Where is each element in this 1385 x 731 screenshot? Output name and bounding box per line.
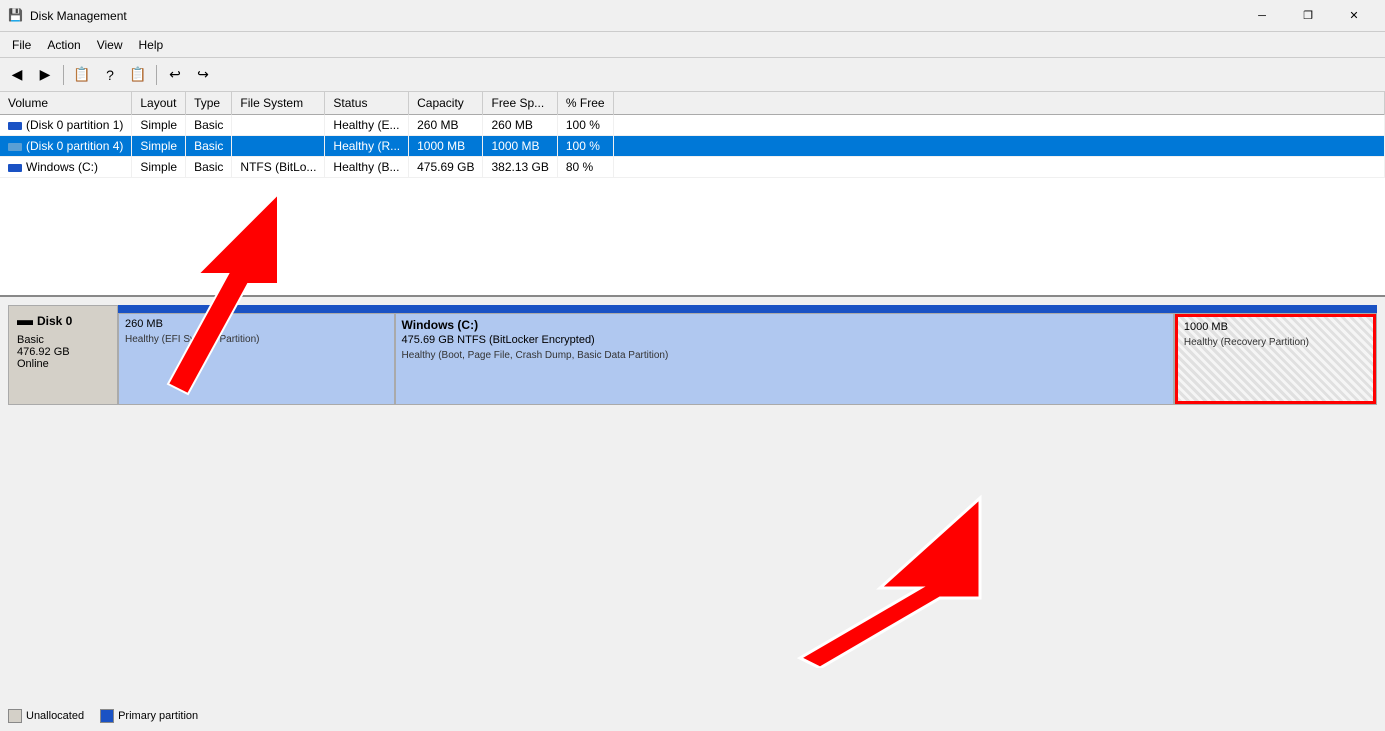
cell-layout: Simple bbox=[132, 115, 186, 136]
cell-volume: (Disk 0 partition 1) bbox=[0, 115, 132, 136]
cell-filesystem: NTFS (BitLo... bbox=[232, 157, 325, 178]
close-button[interactable]: ✕ bbox=[1331, 0, 1377, 32]
cell-volume: (Disk 0 partition 4) bbox=[0, 136, 132, 157]
col-freespace[interactable]: Free Sp... bbox=[483, 92, 557, 115]
menu-help[interactable]: Help bbox=[131, 36, 172, 54]
cell-freespace: 382.13 GB bbox=[483, 157, 557, 178]
partition-recovery-status: Healthy (Recovery Partition) bbox=[1184, 337, 1367, 348]
table-header-row: Volume Layout Type File System Status Ca… bbox=[0, 92, 1385, 115]
partition-windows-name: Windows (C:) bbox=[402, 318, 1167, 332]
legend-primary: Primary partition bbox=[100, 709, 198, 723]
cell-capacity: 1000 MB bbox=[409, 136, 483, 157]
primary-label: Primary partition bbox=[118, 710, 198, 722]
cell-status: Healthy (R... bbox=[325, 136, 409, 157]
legend: Unallocated Primary partition bbox=[8, 709, 198, 723]
app-title: Disk Management bbox=[30, 9, 127, 23]
toolbar-redo[interactable]: ↪ bbox=[190, 62, 216, 88]
cell-type: Basic bbox=[186, 115, 232, 136]
partition-windows-size: 475.69 GB NTFS (BitLocker Encrypted) bbox=[402, 334, 1167, 346]
volume-table: Volume Layout Type File System Status Ca… bbox=[0, 92, 1385, 178]
disk-row: ▬ Disk 0 Basic 476.92 GB Online 260 MB H… bbox=[8, 305, 1377, 405]
cell-volume: Windows (C:) bbox=[0, 157, 132, 178]
col-capacity[interactable]: Capacity bbox=[409, 92, 483, 115]
cell-filesystem bbox=[232, 115, 325, 136]
primary-box bbox=[100, 709, 114, 723]
partition-recovery[interactable]: 1000 MB Healthy (Recovery Partition) bbox=[1175, 314, 1376, 404]
cell-percentfree: 100 % bbox=[557, 136, 613, 157]
partition-efi-status: Healthy (EFI System Partition) bbox=[125, 334, 388, 345]
toolbar-help[interactable]: ? bbox=[97, 62, 123, 88]
partition-windows[interactable]: Windows (C:) 475.69 GB NTFS (BitLocker E… bbox=[396, 314, 1175, 404]
menu-view[interactable]: View bbox=[89, 36, 131, 54]
cell-status: Healthy (B... bbox=[325, 157, 409, 178]
table-row[interactable]: (Disk 0 partition 4) Simple Basic Health… bbox=[0, 136, 1385, 157]
disk-header-bar bbox=[118, 305, 1377, 313]
legend-unallocated: Unallocated bbox=[8, 709, 84, 723]
col-filesystem[interactable]: File System bbox=[232, 92, 325, 115]
unallocated-box bbox=[8, 709, 22, 723]
unallocated-label: Unallocated bbox=[26, 710, 84, 722]
cell-layout: Simple bbox=[132, 136, 186, 157]
col-volume[interactable]: Volume bbox=[0, 92, 132, 115]
cell-layout: Simple bbox=[132, 157, 186, 178]
disk-type: Basic bbox=[17, 334, 109, 346]
table-row[interactable]: Windows (C:) Simple Basic NTFS (BitLo...… bbox=[0, 157, 1385, 178]
disk-icon: ▬ bbox=[17, 312, 33, 330]
menu-action[interactable]: Action bbox=[39, 36, 88, 54]
col-extra bbox=[613, 92, 1384, 115]
disk-label: ▬ Disk 0 Basic 476.92 GB Online bbox=[8, 305, 118, 405]
toolbar-undo[interactable]: ↩ bbox=[162, 62, 188, 88]
cell-percentfree: 100 % bbox=[557, 115, 613, 136]
col-type[interactable]: Type bbox=[186, 92, 232, 115]
restore-button[interactable]: ❐ bbox=[1285, 0, 1331, 32]
cell-type: Basic bbox=[186, 157, 232, 178]
window-controls: ─ ❐ ✕ bbox=[1239, 0, 1377, 32]
toolbar: ◀ ▶ 📋 ? 📋 ↩ ↪ bbox=[0, 58, 1385, 92]
disk-partitions: 260 MB Healthy (EFI System Partition) Wi… bbox=[118, 313, 1377, 405]
cell-filesystem bbox=[232, 136, 325, 157]
cell-percentfree: 80 % bbox=[557, 157, 613, 178]
cell-capacity: 475.69 GB bbox=[409, 157, 483, 178]
toolbar-forward[interactable]: ▶ bbox=[32, 62, 58, 88]
disk-partitions-container: 260 MB Healthy (EFI System Partition) Wi… bbox=[118, 305, 1377, 405]
disk-map-area: ▬ Disk 0 Basic 476.92 GB Online 260 MB H… bbox=[0, 297, 1385, 731]
col-layout[interactable]: Layout bbox=[132, 92, 186, 115]
table-row[interactable]: (Disk 0 partition 1) Simple Basic Health… bbox=[0, 115, 1385, 136]
cell-freespace: 260 MB bbox=[483, 115, 557, 136]
toolbar-view[interactable]: 📋 bbox=[69, 62, 95, 88]
partition-windows-status: Healthy (Boot, Page File, Crash Dump, Ba… bbox=[402, 350, 1167, 361]
app-icon: 💾 bbox=[8, 8, 24, 24]
cell-freespace: 1000 MB bbox=[483, 136, 557, 157]
toolbar-separator-1 bbox=[63, 65, 64, 85]
partition-recovery-size: 1000 MB bbox=[1184, 321, 1367, 333]
minimize-button[interactable]: ─ bbox=[1239, 0, 1285, 32]
volume-table-area: Volume Layout Type File System Status Ca… bbox=[0, 92, 1385, 297]
cell-status: Healthy (E... bbox=[325, 115, 409, 136]
title-bar: 💾 Disk Management ─ ❐ ✕ bbox=[0, 0, 1385, 32]
menu-bar: File Action View Help bbox=[0, 32, 1385, 58]
disk-status: Online bbox=[17, 358, 109, 370]
main-content: Volume Layout Type File System Status Ca… bbox=[0, 92, 1385, 731]
disk-size: 476.92 GB bbox=[17, 346, 109, 358]
cell-type: Basic bbox=[186, 136, 232, 157]
col-status[interactable]: Status bbox=[325, 92, 409, 115]
toolbar-separator-2 bbox=[156, 65, 157, 85]
toolbar-back[interactable]: ◀ bbox=[4, 62, 30, 88]
toolbar-properties[interactable]: 📋 bbox=[125, 62, 151, 88]
partition-efi-size: 260 MB bbox=[125, 318, 388, 330]
partition-efi[interactable]: 260 MB Healthy (EFI System Partition) bbox=[119, 314, 396, 404]
menu-file[interactable]: File bbox=[4, 36, 39, 54]
col-percentfree[interactable]: % Free bbox=[557, 92, 613, 115]
disk-name: Disk 0 bbox=[37, 314, 72, 328]
cell-capacity: 260 MB bbox=[409, 115, 483, 136]
